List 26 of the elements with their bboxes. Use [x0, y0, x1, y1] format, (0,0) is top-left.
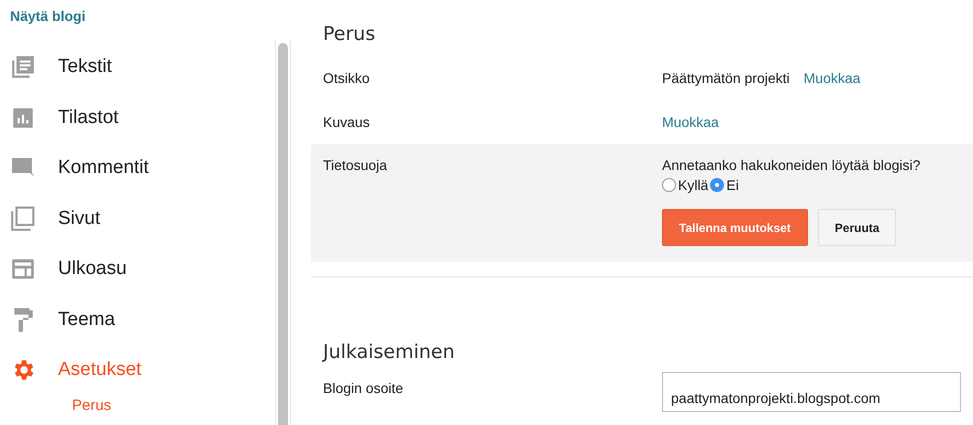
setting-label: Blogin osoite — [323, 380, 404, 396]
setting-label: Kuvaus — [323, 114, 370, 130]
sidebar-item[interactable]: Tekstit — [0, 42, 275, 92]
section-heading: Julkaiseminen — [321, 340, 456, 365]
sidebar-item[interactable]: Kommentit — [0, 143, 275, 194]
sidebar-item[interactable]: Ulkoasu — [0, 244, 275, 294]
sidebar-item[interactable]: Teema — [0, 294, 275, 345]
sidebar-item[interactable]: Sivut — [0, 194, 275, 244]
radio-button[interactable] — [662, 178, 676, 192]
edit-link[interactable]: Muokkaa — [804, 70, 860, 86]
view-blog-link[interactable]: Näytä blogi — [10, 8, 86, 24]
radio-label: Kyllä — [678, 177, 708, 193]
setting-label: Tietosuoja — [323, 157, 388, 173]
sidebar-item[interactable]: Tilastot — [0, 92, 275, 143]
cancel-button[interactable]: Peruuta — [818, 209, 896, 246]
edit-link[interactable]: Muokkaa — [662, 114, 719, 130]
privacy-question: Annetaanko hakukoneiden löytää blogisi? — [662, 157, 920, 173]
radio-button[interactable] — [710, 178, 724, 192]
blog-address-field[interactable]: paattymatonprojekti.blogspot.com — [662, 372, 961, 412]
radio-label: Ei — [726, 177, 739, 193]
document-icon — [10, 54, 36, 80]
setting-label: Otsikko — [323, 70, 370, 86]
pages-icon — [10, 206, 36, 232]
scrollbar-thumb[interactable] — [278, 43, 288, 425]
section-heading: Perus — [322, 22, 376, 47]
setting-value: Päättymätön projekti — [662, 70, 790, 86]
